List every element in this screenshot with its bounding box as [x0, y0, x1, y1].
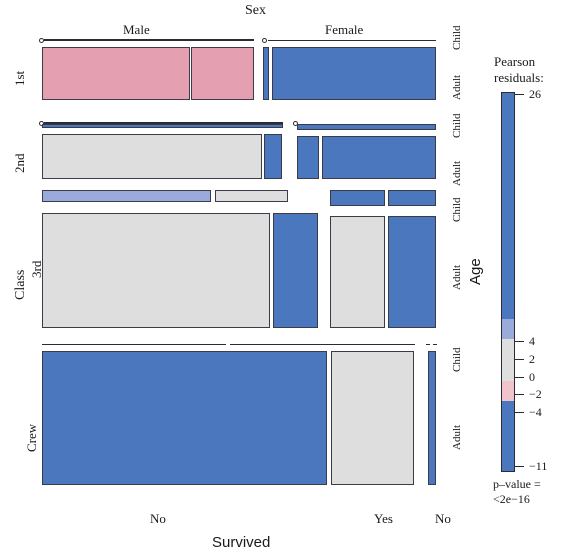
mosaic-tile[interactable]: [42, 351, 327, 485]
split-rule-1st-female: [268, 40, 436, 41]
bottom-axis-title: Survived: [212, 534, 271, 551]
mosaic-tile[interactable]: [273, 213, 318, 328]
split-rule-crew-tiny-a: [426, 344, 430, 345]
mosaic-tile[interactable]: [330, 190, 385, 206]
legend-color-segment: [502, 318, 514, 340]
legend-tick-mark: [515, 377, 524, 378]
legend-tick-mark: [515, 394, 524, 395]
right-axis-title: Age: [467, 258, 484, 285]
mosaic-tile[interactable]: [428, 351, 436, 485]
bottom-tick-label: Yes: [374, 511, 393, 526]
mosaic-tile[interactable]: [42, 47, 190, 100]
legend-color-segment: [502, 401, 514, 471]
left-tick-crew: Crew: [24, 423, 39, 452]
split-marker-1st-female: [262, 38, 267, 43]
mosaic-tile[interactable]: [191, 47, 254, 100]
top-tick-female: Female: [325, 22, 364, 37]
bottom-tick-label: No: [435, 511, 451, 526]
left-axis-title: Class: [13, 269, 28, 300]
mosaic-tile[interactable]: [42, 124, 283, 128]
legend-tick-label: 2: [529, 352, 535, 366]
mosaic-tile[interactable]: [272, 47, 436, 100]
legend-tick-label: −11: [529, 459, 548, 473]
legend-color-segment: [502, 93, 514, 319]
left-tick-1st: 1st: [12, 70, 27, 86]
legend-tick-label: −2: [529, 387, 542, 401]
legend-pvalue-line1: p–value =: [493, 477, 541, 491]
legend-tick-mark: [515, 359, 524, 360]
split-rule-crew-female: [230, 344, 415, 345]
legend-pvalue-line2: <2e−16: [493, 492, 530, 506]
legend-tick-label: 4: [529, 334, 535, 348]
mosaic-plot: Sex Male Female Class 1st 2nd 3rd Crew A…: [0, 0, 566, 557]
legend-tick-mark: [515, 466, 524, 467]
legend-tick-label: 26: [529, 87, 541, 101]
mosaic-tile[interactable]: [215, 190, 288, 202]
right-tick-3rd-adult: Adult: [451, 264, 463, 290]
right-tick-crew-adult: Adult: [451, 424, 463, 450]
mosaic-tile[interactable]: [388, 216, 436, 328]
legend-tick-label: −4: [529, 405, 542, 419]
bottom-tick-label: No: [150, 511, 166, 526]
right-tick-crew-child: Child: [451, 347, 463, 372]
mosaic-tile[interactable]: [42, 213, 270, 328]
mosaic-tile[interactable]: [42, 190, 211, 202]
legend-tick-mark: [515, 94, 524, 95]
split-rule-crew-male: [42, 344, 226, 345]
right-tick-3rd-child: Child: [451, 197, 463, 222]
legend-tick-mark: [515, 341, 524, 342]
left-tick-2nd: 2nd: [12, 153, 27, 174]
right-tick-1st-child: Child: [451, 25, 463, 50]
top-axis-title: Sex: [245, 3, 266, 18]
split-rule-1st-male: [44, 39, 254, 41]
mosaic-tile[interactable]: [330, 216, 385, 328]
mosaic-tile[interactable]: [331, 351, 414, 485]
legend-tick-mark: [515, 412, 524, 413]
legend-color-segment: [502, 339, 514, 381]
right-tick-2nd-adult: Adult: [451, 160, 463, 186]
mosaic-tile[interactable]: [264, 134, 282, 179]
legend-title-line2: residuals:: [494, 70, 544, 85]
mosaic-tile[interactable]: [388, 190, 436, 206]
legend-color-segment: [502, 380, 514, 402]
mosaic-tile[interactable]: [263, 47, 269, 100]
right-tick-1st-adult: Adult: [451, 74, 463, 100]
mosaic-tile[interactable]: [297, 124, 436, 130]
right-tick-2nd-child: Child: [451, 113, 463, 138]
top-tick-male: Male: [123, 22, 150, 37]
mosaic-tile[interactable]: [322, 136, 436, 179]
legend-color-bar[interactable]: [501, 92, 515, 472]
mosaic-tile[interactable]: [297, 136, 319, 179]
legend-title-line1: Pearson: [494, 54, 536, 69]
split-rule-crew-tiny-b: [433, 344, 437, 345]
mosaic-tile[interactable]: [42, 134, 262, 179]
legend-tick-label: 0: [529, 370, 535, 384]
